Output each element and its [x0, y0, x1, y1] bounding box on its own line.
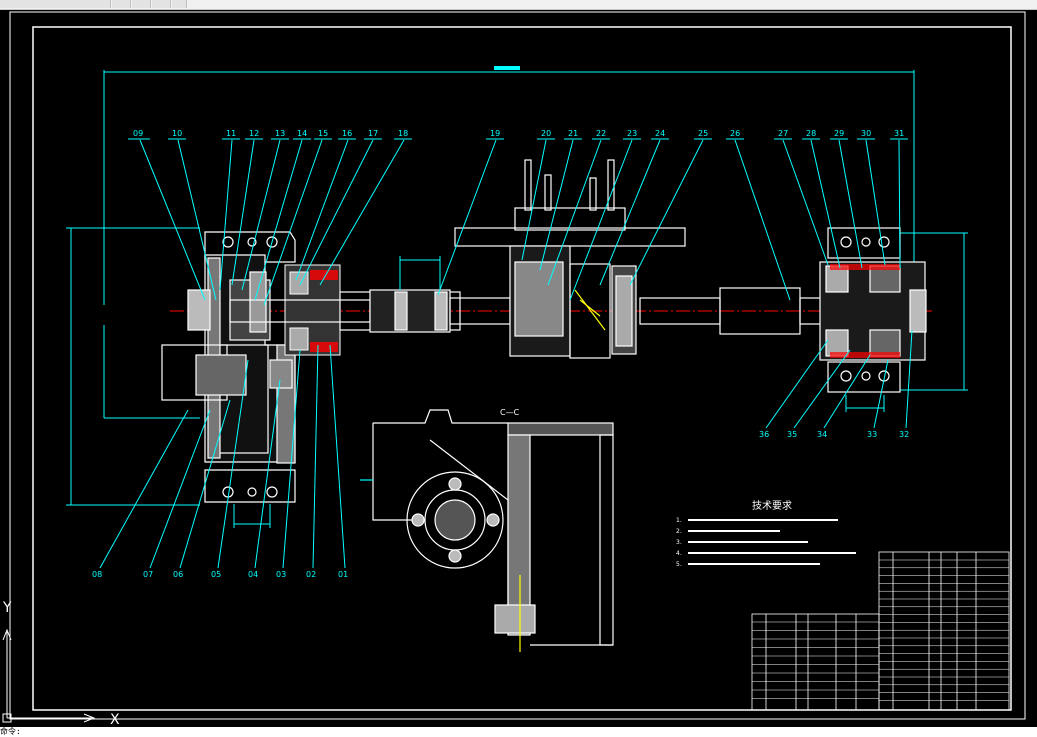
balloon-label: 27 — [778, 129, 788, 138]
balloon-label: 10 — [172, 129, 182, 138]
left-dimension — [66, 227, 200, 506]
toolbar-strip — [0, 0, 1037, 10]
balloon-label: 22 — [596, 129, 606, 138]
balloon-label: 15 — [318, 129, 328, 138]
balloon-label: 12 — [249, 129, 259, 138]
note-line: 1. — [676, 517, 682, 524]
toolbar-cell[interactable] — [172, 0, 187, 8]
toolbar-cell[interactable] — [0, 0, 111, 8]
balloon-label: 34 — [817, 430, 827, 439]
technical-notes: 技术要求 1. 2. 3. 4. 5. — [676, 499, 856, 568]
notes-title: 技术要求 — [752, 499, 792, 512]
balloon-label: 08 — [92, 570, 102, 579]
balloon-label: 19 — [490, 129, 500, 138]
balloon-label: 23 — [627, 129, 637, 138]
note-line: 3. — [676, 539, 682, 546]
note-line: 4. — [676, 550, 682, 557]
toolbar-cell[interactable] — [132, 0, 151, 8]
balloon-label: 33 — [867, 430, 877, 439]
balloon-label: 18 — [398, 129, 408, 138]
command-line[interactable]: 命令: — [0, 727, 1037, 737]
command-prompt: 命令: — [0, 727, 21, 736]
ucs-icon — [2, 628, 96, 723]
balloon-label: 09 — [133, 129, 143, 138]
balloon-label: 36 — [759, 430, 769, 439]
balloon-label: 31 — [894, 129, 904, 138]
balloon-label: 01 — [338, 570, 348, 579]
balloon-label: 30 — [861, 129, 871, 138]
ucs-x-label: X — [110, 712, 120, 727]
table-rows — [752, 559, 1009, 701]
balloon-label: 11 — [226, 129, 236, 138]
balloon-label: 14 — [297, 129, 307, 138]
balloon-label: 26 — [730, 129, 740, 138]
balloon-label: 06 — [173, 570, 183, 579]
note-line: 5. — [676, 561, 682, 568]
balloon-label: 32 — [899, 430, 909, 439]
balloon-label: 05 — [211, 570, 221, 579]
balloon-label: 28 — [806, 129, 816, 138]
balloon-label: 03 — [276, 570, 286, 579]
note-line: 2. — [676, 528, 682, 535]
balloon-label: 35 — [787, 430, 797, 439]
balloon-label: 21 — [568, 129, 578, 138]
balloon-label: 04 — [248, 570, 258, 579]
section-label: C—C — [500, 408, 520, 417]
balloon-label: 24 — [655, 129, 665, 138]
balloon-label: 07 — [143, 570, 153, 579]
section-view-cc — [360, 409, 614, 652]
cad-drawing-canvas[interactable]: 09 10 11 12 13 14 15 16 17 18 19 20 21 2… — [0, 10, 1037, 727]
balloon-label: 20 — [541, 129, 551, 138]
toolbar-cell[interactable] — [152, 0, 171, 8]
toolbar-cell[interactable] — [112, 0, 131, 8]
balloon-label: 29 — [834, 129, 844, 138]
balloon-label: 02 — [306, 570, 316, 579]
left-bearing — [284, 264, 341, 356]
balloon-label: 16 — [342, 129, 352, 138]
balloon-label: 17 — [368, 129, 378, 138]
balloon-label: 25 — [698, 129, 708, 138]
balloon-label: 13 — [275, 129, 285, 138]
top-balloons: 09 10 11 12 13 14 15 16 17 18 19 20 21 2… — [133, 129, 904, 138]
ucs-y-label: Y — [2, 600, 12, 616]
center-mechanism — [454, 159, 686, 359]
